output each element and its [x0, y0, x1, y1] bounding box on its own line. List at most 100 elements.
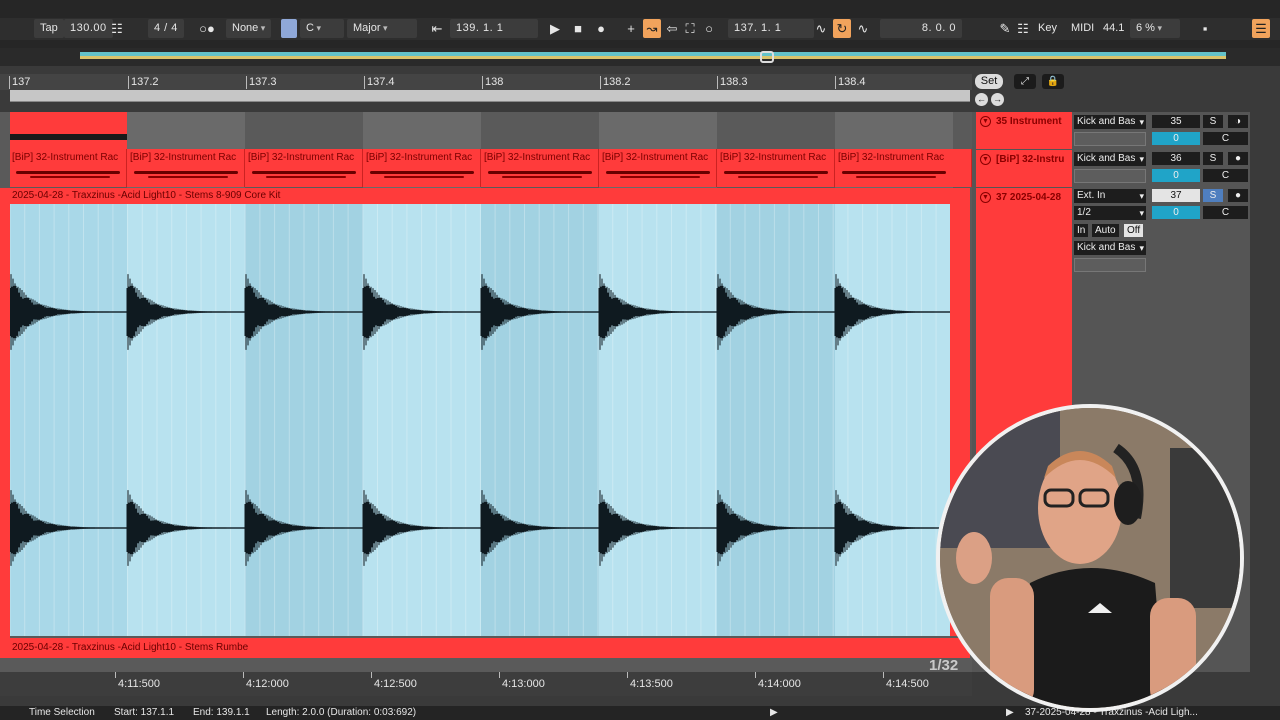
- ruler-tick: 138: [481, 76, 504, 89]
- output-dropdown[interactable]: Kick and Bas: [1074, 241, 1146, 255]
- monitor-auto-button[interactable]: Auto: [1092, 224, 1119, 237]
- menu-icon[interactable]: ☰: [1252, 19, 1270, 38]
- punch-in-icon[interactable]: ∿: [812, 19, 830, 38]
- sample-rate-readout: 44.1: [1103, 22, 1125, 34]
- arrangement-view[interactable]: [BiP] 32-Instrument Rac [BiP] 32-Instrum…: [0, 112, 972, 672]
- status-start: Start: 137.1.1: [114, 707, 175, 718]
- clip-header-track-37[interactable]: 2025-04-28 - Traxzinus -Acid Light10 - S…: [0, 188, 970, 204]
- track-name-35[interactable]: ▼ 35 Instrument: [976, 112, 1072, 149]
- waveform-graphic: [10, 204, 950, 636]
- play-icon[interactable]: ▶: [546, 19, 564, 38]
- arm-icon[interactable]: ◑: [1228, 115, 1248, 128]
- loop-brace[interactable]: [10, 90, 970, 102]
- solo-button[interactable]: S: [1203, 115, 1223, 128]
- track-volume[interactable]: 36: [1152, 152, 1200, 165]
- arm-icon[interactable]: ●: [1228, 189, 1248, 202]
- next-locator-icon[interactable]: →: [991, 93, 1004, 106]
- metronome-toggle-icon[interactable]: ○●: [194, 19, 220, 38]
- capture-icon[interactable]: ⛶: [681, 19, 699, 38]
- tempo-field[interactable]: 130.00: [64, 19, 113, 38]
- arrangement-overview[interactable]: [0, 48, 1280, 66]
- clip-title: [BiP] 32-Instrument Rac: [602, 152, 709, 163]
- arrangement-position-field[interactable]: 139. 1. 1: [450, 19, 538, 38]
- clip-segment[interactable]: [BiP] 32-Instrument Rac: [246, 149, 363, 187]
- clip-header-track-38[interactable]: 2025-04-28 - Traxzinus -Acid Light10 - S…: [0, 638, 970, 658]
- status-mode: Time Selection: [29, 707, 95, 718]
- track-name-label: 37 2025-04-28: [996, 192, 1062, 203]
- center-button[interactable]: C: [1203, 132, 1248, 145]
- punch-out-icon[interactable]: ∿: [854, 19, 872, 38]
- time-label: 4:12:000: [243, 672, 289, 690]
- arm-icon[interactable]: ●: [1228, 152, 1248, 165]
- time-label: 4:14:500: [883, 672, 929, 690]
- input-dropdown[interactable]: Kick and Bas: [1074, 152, 1146, 166]
- key-map-button[interactable]: Key: [1038, 19, 1057, 38]
- clip-segment[interactable]: [BiP] 32-Instrument Rac: [600, 149, 717, 187]
- monitor-in-button[interactable]: In: [1074, 224, 1089, 237]
- time-signature-field[interactable]: 4 / 4: [148, 19, 184, 38]
- center-button[interactable]: C: [1203, 206, 1248, 219]
- solo-button[interactable]: S: [1203, 152, 1223, 165]
- groove-dropdown[interactable]: None: [226, 19, 272, 38]
- clip-segment[interactable]: [BiP] 32-Instrument Rac: [718, 149, 835, 187]
- detail-arrow-icon[interactable]: ▶: [1006, 707, 1014, 718]
- track-volume[interactable]: 35: [1152, 115, 1200, 128]
- time-ruler[interactable]: 4:11:500 4:12:000 4:12:500 4:13:000 4:13…: [0, 672, 972, 696]
- track-36-lane[interactable]: [BiP] 32-Instrument Rac [BiP] 32-Instrum…: [10, 149, 972, 187]
- overdub-icon[interactable]: +: [622, 19, 640, 38]
- tap-tempo-button[interactable]: Tap: [34, 19, 64, 38]
- clip-segment[interactable]: [BiP] 32-Instrument Rac: [128, 149, 245, 187]
- loop-length-field[interactable]: 8. 0. 0: [880, 19, 962, 38]
- transport-bar: Tap 130.00 ☷ 4 / 4 ○● None C Major ⇤ 139…: [0, 0, 1280, 48]
- input-dropdown[interactable]: Kick and Bas: [1074, 115, 1146, 129]
- clip-track-35[interactable]: [10, 112, 127, 149]
- clip-segment[interactable]: [BiP] 32-Instrument Rac: [482, 149, 599, 187]
- fold-icon[interactable]: ▼: [980, 154, 991, 165]
- fold-icon[interactable]: ▼: [980, 116, 991, 127]
- track-pan[interactable]: 0: [1152, 169, 1200, 182]
- input-channel-dropdown[interactable]: [1074, 169, 1146, 183]
- prev-locator-icon[interactable]: ←: [975, 93, 988, 106]
- clip-title: [BiP] 32-Instrument Rac: [248, 152, 355, 163]
- play-detail-icon[interactable]: ▶: [770, 707, 778, 718]
- solo-button[interactable]: S: [1203, 189, 1223, 202]
- clip-title: [BiP] 32-Instrument Rac: [838, 152, 945, 163]
- track-pan[interactable]: 0: [1152, 206, 1200, 219]
- input-channel-dropdown[interactable]: 1/2: [1074, 206, 1146, 220]
- automation-arm-icon[interactable]: ↝: [643, 19, 661, 38]
- key-dropdown[interactable]: C: [300, 19, 344, 38]
- clip-segment[interactable]: [BiP] 32-Instrument Rac: [10, 149, 127, 187]
- lock-icon[interactable]: 🔒: [1042, 74, 1064, 89]
- beat-time-ruler[interactable]: 137 137.2 137.3 137.4 138 138.2 138.3 13…: [0, 74, 972, 90]
- metronome-icon[interactable]: ☷: [108, 19, 126, 38]
- audio-clip-waveform[interactable]: [10, 204, 950, 636]
- back-to-arrangement-icon[interactable]: ⇦: [663, 19, 681, 38]
- scale-mode-icon[interactable]: [281, 19, 297, 38]
- session-record-icon[interactable]: ○: [700, 19, 718, 38]
- track-pan[interactable]: 0: [1152, 132, 1200, 145]
- stop-icon[interactable]: ■: [569, 19, 587, 38]
- midi-map-button[interactable]: MIDI: [1071, 19, 1094, 38]
- time-label: 4:12:500: [371, 672, 417, 690]
- cpu-meter[interactable]: 6 %: [1130, 19, 1180, 38]
- input-channel-dropdown[interactable]: [1074, 132, 1146, 146]
- output-channel-dropdown[interactable]: [1074, 258, 1146, 272]
- loop-switch-icon[interactable]: ↻: [833, 19, 851, 38]
- track-volume[interactable]: 37: [1152, 189, 1200, 202]
- input-type-dropdown[interactable]: Ext. In: [1074, 189, 1146, 203]
- keyboard-icon[interactable]: ☷: [1014, 19, 1032, 38]
- monitor-off-button[interactable]: Off: [1124, 224, 1144, 237]
- fold-icon[interactable]: ▼: [980, 192, 991, 203]
- follow-icon[interactable]: ⇤: [428, 19, 446, 38]
- set-locator-button[interactable]: Set: [975, 74, 1003, 89]
- track-name-36[interactable]: ▼ [BiP] 32-Instru: [976, 150, 1072, 187]
- draw-mode-icon[interactable]: ✎: [996, 19, 1014, 38]
- fullscreen-icon[interactable]: ⤢: [1014, 74, 1036, 89]
- scale-dropdown[interactable]: Major: [347, 19, 417, 38]
- record-icon[interactable]: ●: [592, 19, 610, 38]
- loop-start-field[interactable]: 137. 1. 1: [728, 19, 814, 38]
- clip-segment[interactable]: [BiP] 32-Instrument Rac: [836, 149, 972, 187]
- overview-handle[interactable]: [760, 51, 774, 63]
- clip-segment[interactable]: [BiP] 32-Instrument Rac: [364, 149, 481, 187]
- center-button[interactable]: C: [1203, 169, 1248, 182]
